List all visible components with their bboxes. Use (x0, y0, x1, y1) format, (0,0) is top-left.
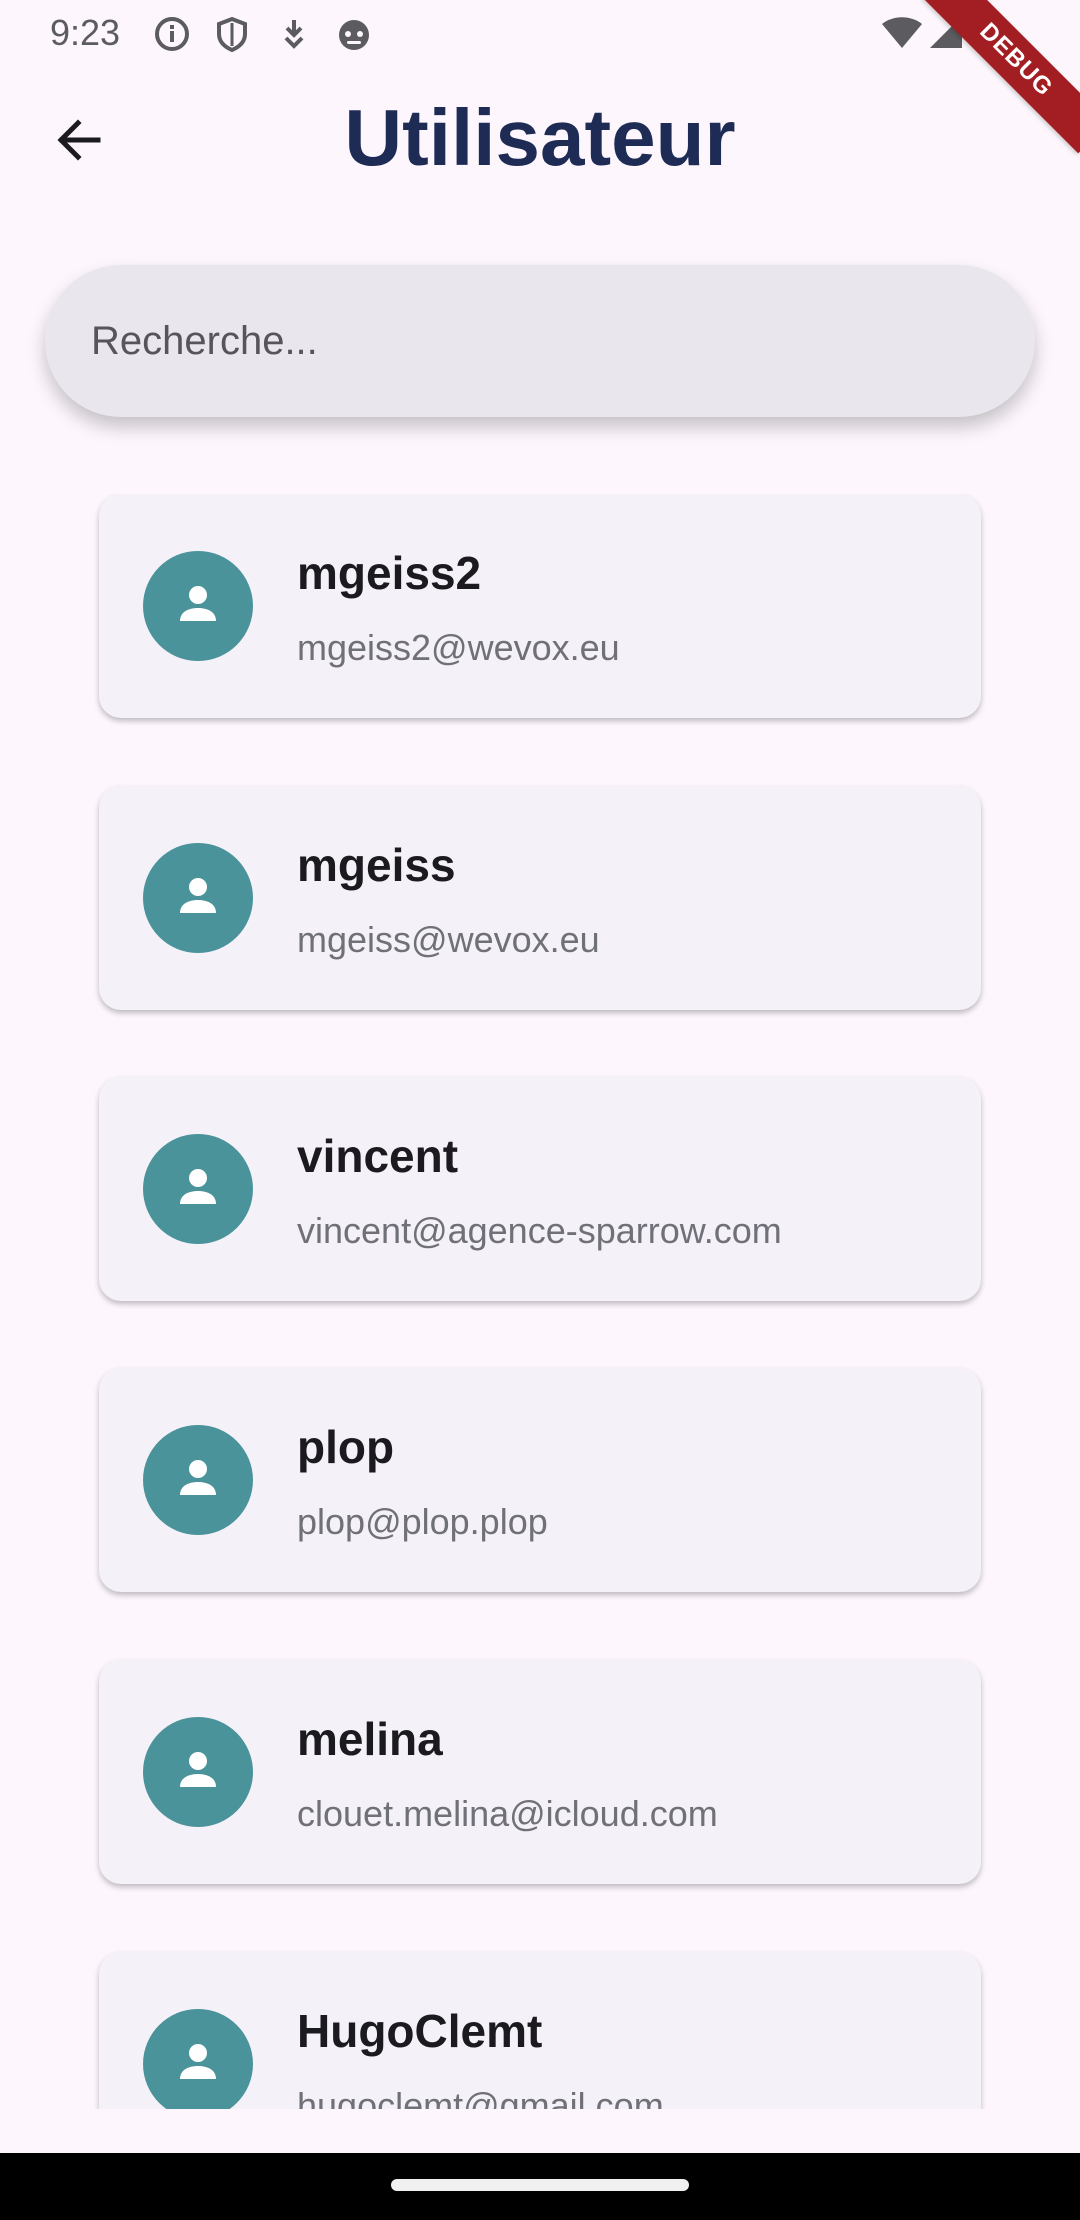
user-card[interactable]: melina clouet.melina@icloud.com (99, 1660, 981, 1884)
user-email: hugoclemt@gmail.com (297, 2085, 664, 2109)
avatar (143, 1425, 253, 1535)
android-face-icon (334, 14, 374, 54)
system-nav-bar (0, 2153, 1080, 2220)
avatar (143, 2009, 253, 2109)
avatar (143, 1717, 253, 1827)
user-name: melina (297, 1713, 443, 1765)
status-time: 9:23 (50, 12, 121, 53)
user-name: HugoClemt (297, 2005, 543, 2057)
person-icon (173, 1162, 223, 1217)
user-name: vincent (297, 1130, 459, 1182)
page-title: Utilisateur (344, 93, 736, 182)
download-icon (274, 14, 314, 54)
user-card[interactable]: HugoClemt hugoclemt@gmail.com (99, 1952, 981, 2109)
avatar (143, 1134, 253, 1244)
info-icon (152, 14, 192, 54)
user-card[interactable]: plop plop@plop.plop (99, 1368, 981, 1592)
user-name: mgeiss2 (297, 547, 482, 599)
user-email: mgeiss@wevox.eu (297, 919, 600, 960)
avatar (143, 551, 253, 661)
user-email: clouet.melina@icloud.com (297, 1793, 718, 1834)
status-bar: 9:23 (0, 0, 1080, 66)
person-icon (173, 1453, 223, 1508)
home-indicator[interactable] (391, 2179, 689, 2191)
user-name: mgeiss (297, 839, 456, 891)
user-email: plop@plop.plop (297, 1501, 548, 1542)
person-icon (173, 1745, 223, 1800)
person-icon (173, 871, 223, 926)
user-card[interactable]: mgeiss2 mgeiss2@wevox.eu (99, 494, 981, 718)
user-name: plop (297, 1421, 395, 1473)
person-icon (173, 579, 223, 634)
user-card[interactable]: mgeiss mgeiss@wevox.eu (99, 786, 981, 1010)
user-card[interactable]: vincent vincent@agence-sparrow.com (99, 1077, 981, 1301)
user-email: mgeiss2@wevox.eu (297, 627, 620, 668)
shield-icon (212, 14, 252, 54)
search-bar[interactable] (45, 265, 1035, 417)
user-list[interactable]: mgeiss2 mgeiss2@wevox.eu mgeiss mgeiss@w… (0, 494, 1080, 2109)
user-email: vincent@agence-sparrow.com (297, 1210, 782, 1251)
wifi-icon (880, 14, 924, 55)
avatar (143, 843, 253, 953)
person-icon (173, 2037, 223, 2092)
search-input[interactable] (89, 317, 993, 365)
